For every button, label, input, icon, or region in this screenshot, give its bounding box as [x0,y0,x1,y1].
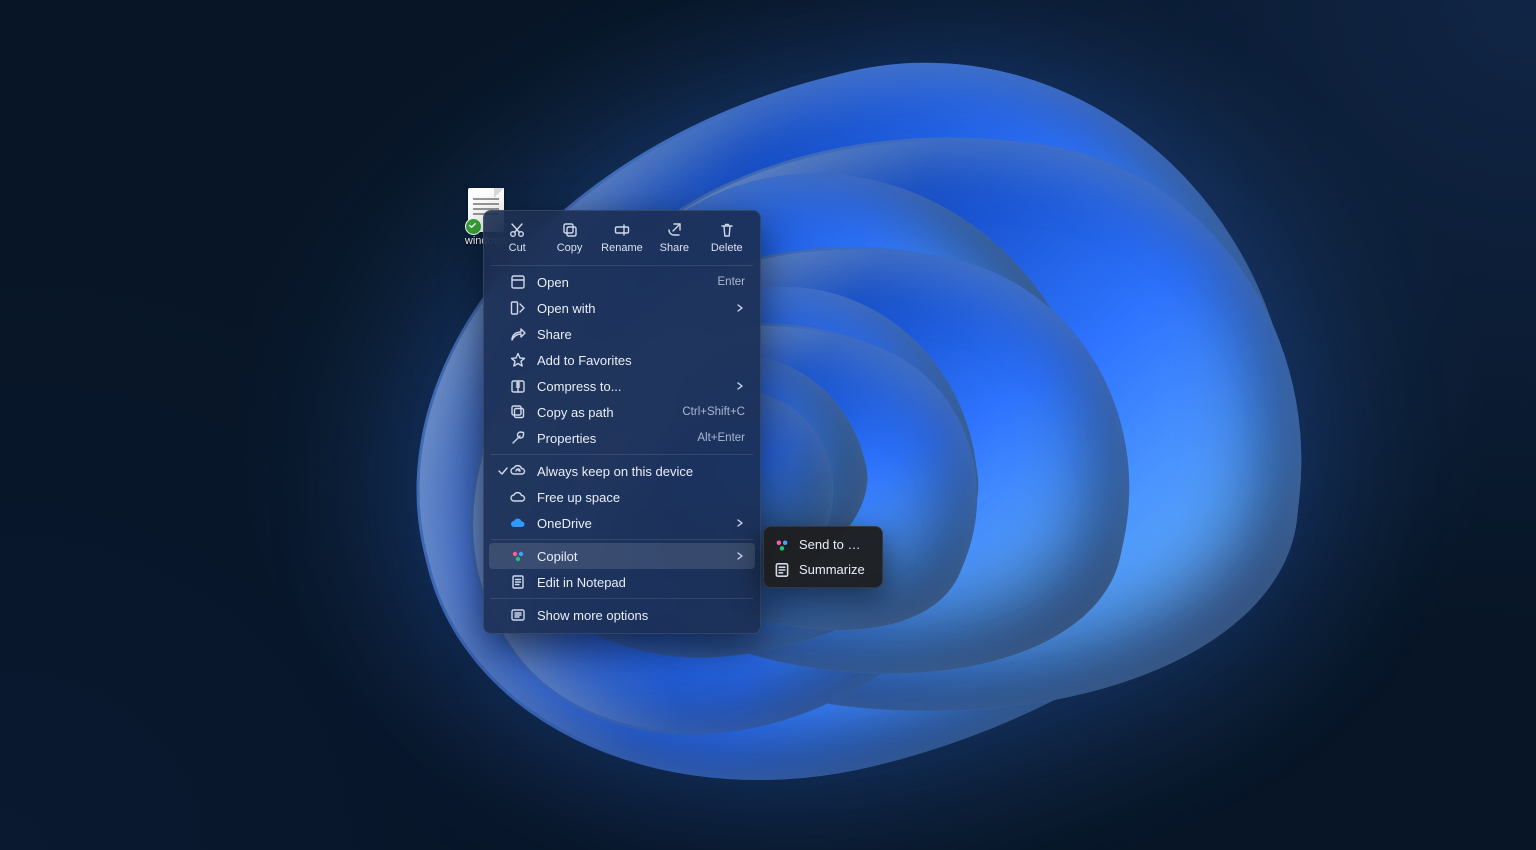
cut-button[interactable]: Cut [491,219,543,256]
menu-properties-hint: Alt+Enter [697,432,745,444]
menu-notepad-label: Edit in Notepad [537,575,745,590]
copilot-icon [509,547,527,565]
menu-keep-device[interactable]: Always keep on this device [489,458,755,484]
chevron-right-icon [735,301,745,316]
submenu-send-to-copilot[interactable]: Send to Copilot [769,532,877,557]
menu-copy-path-label: Copy as path [537,405,672,420]
cloud-sync-icon [509,462,527,480]
menu-properties-label: Properties [537,431,687,446]
copy-button[interactable]: Copy [544,219,596,256]
chevron-right-icon [735,379,745,394]
menu-open-with[interactable]: Open with [489,295,755,321]
menu-onedrive-label: OneDrive [537,516,735,531]
delete-icon [718,221,736,239]
rename-label: Rename [601,242,643,254]
copilot-icon [773,537,791,553]
open-icon [509,273,527,291]
onedrive-icon [509,514,527,532]
share-label: Share [660,242,689,254]
copy-icon [561,221,579,239]
menu-more-label: Show more options [537,608,745,623]
notepad-icon [509,573,527,591]
chevron-right-icon [735,516,745,531]
menu-copilot-label: Copilot [537,549,735,564]
separator [491,265,753,266]
separator [491,454,753,455]
menu-favorites-label: Add to Favorites [537,353,745,368]
menu-open-label: Open [537,275,708,290]
menu-more-options[interactable]: Show more options [489,602,755,628]
menu-properties[interactable]: Properties Alt+Enter [489,425,755,451]
menu-open[interactable]: Open Enter [489,269,755,295]
menu-copy-path-hint: Ctrl+Shift+C [682,406,745,418]
menu-compress[interactable]: Compress to... [489,373,755,399]
menu-onedrive[interactable]: OneDrive [489,510,755,536]
menu-copilot[interactable]: Copilot [489,543,755,569]
wallpaper-bloom [235,0,1455,850]
star-icon [509,351,527,369]
copy-label: Copy [557,242,583,254]
menu-share[interactable]: Share [489,321,755,347]
open-with-icon [509,299,527,317]
copilot-submenu: Send to Copilot Summarize [763,526,883,588]
delete-label: Delete [711,242,743,254]
wrench-icon [509,429,527,447]
menu-compress-label: Compress to... [537,379,735,394]
menu-copy-path[interactable]: Copy as path Ctrl+Shift+C [489,399,755,425]
menu-keep-device-label: Always keep on this device [537,464,745,479]
share-button[interactable]: Share [648,219,700,256]
menu-free-space-label: Free up space [537,490,745,505]
menu-notepad[interactable]: Edit in Notepad [489,569,755,595]
more-icon [509,606,527,624]
rename-button[interactable]: Rename [596,219,648,256]
sync-check-icon [465,218,482,235]
menu-open-hint: Enter [718,276,746,288]
action-bar: Cut Copy Rename Share Delete [489,216,755,262]
separator [491,539,753,540]
menu-share-label: Share [537,327,745,342]
desktop-wallpaper [0,0,1536,850]
cloud-icon [509,488,527,506]
cut-icon [508,221,526,239]
delete-button[interactable]: Delete [701,219,753,256]
summarize-icon [773,562,791,578]
share-icon [665,221,683,239]
separator [491,598,753,599]
share-arrow-icon [509,325,527,343]
menu-free-space[interactable]: Free up space [489,484,755,510]
rename-icon [613,221,631,239]
submenu-summarize-label: Summarize [799,562,869,577]
menu-open-with-label: Open with [537,301,735,316]
copy-path-icon [509,403,527,421]
submenu-send-label: Send to Copilot [799,537,869,552]
menu-favorites[interactable]: Add to Favorites [489,347,755,373]
submenu-summarize[interactable]: Summarize [769,557,877,582]
cut-label: Cut [509,242,526,254]
chevron-right-icon [735,549,745,564]
context-menu: Cut Copy Rename Share Delete Open Enter … [483,210,761,634]
compress-icon [509,377,527,395]
